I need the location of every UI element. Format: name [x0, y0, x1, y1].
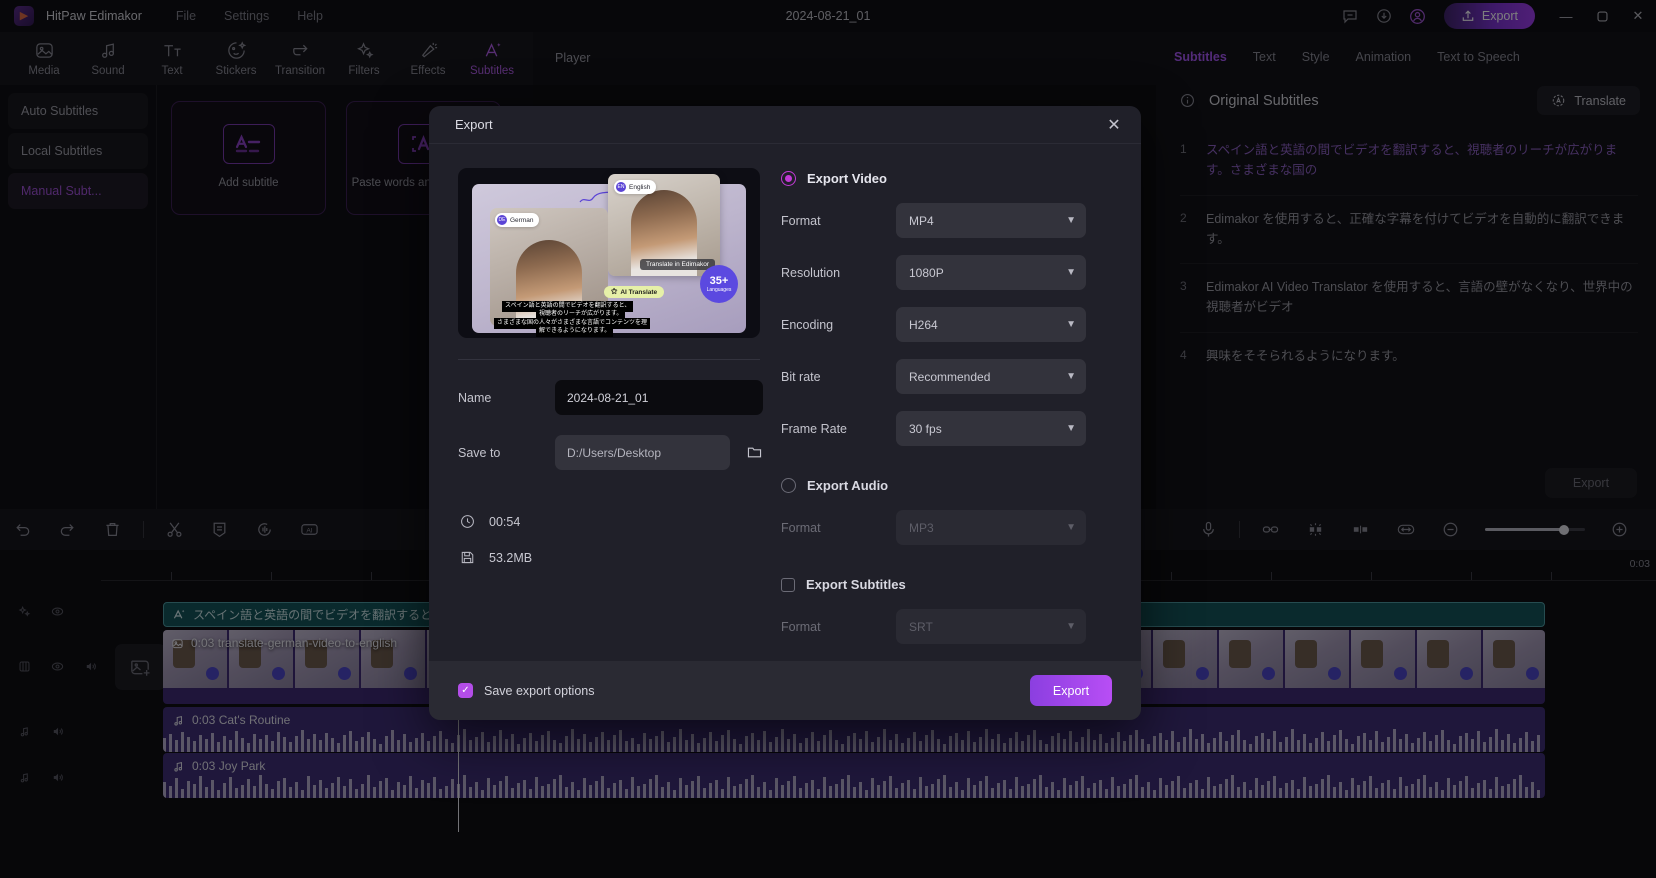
close-icon[interactable]: ✕ [1101, 112, 1127, 138]
export-subtitles-checkbox[interactable] [781, 577, 795, 592]
export-dialog: Export ✕ EN English Translate in Edimako… [429, 106, 1141, 720]
export-preview: EN English Translate in Edimakor DE Germ… [458, 168, 760, 338]
preview-subtitle-line-4: 解できるようになります。 [536, 326, 614, 337]
preview-chip-english-label: English [629, 183, 651, 191]
subtitles-format-row: Format SRT ▼ [781, 609, 1141, 644]
resolution-value: 1080P [909, 265, 944, 280]
chevron-down-icon: ▼ [1066, 423, 1076, 434]
resolution-row: Resolution 1080P ▼ [781, 255, 1141, 290]
dialog-header: Export ✕ [429, 106, 1141, 144]
preview-tag: Translate in Edimakor [640, 259, 715, 270]
preview-chip-german-code: DE [497, 215, 507, 225]
export-subtitles-title: Export Subtitles [806, 577, 906, 592]
save-export-options-label: Save export options [484, 683, 595, 698]
dialog-footer: ✓ Save export options Export [429, 661, 1141, 720]
duration-value: 00:54 [489, 514, 521, 529]
size-value: 53.2MB [489, 550, 533, 565]
framerate-select[interactable]: 30 fps ▼ [896, 411, 1086, 446]
export-audio-option[interactable]: Export Audio [781, 478, 1141, 493]
duration-row: 00:54 [458, 514, 781, 529]
framerate-value: 30 fps [909, 421, 942, 436]
format-label: Format [781, 213, 821, 228]
export-subtitles-option[interactable]: Export Subtitles [781, 577, 1141, 592]
dialog-left-column: EN English Translate in Edimakor DE Germ… [429, 144, 781, 661]
preview-badge-main: 35+ [709, 274, 729, 287]
preview-badge-sub: Languages [706, 286, 732, 293]
saveto-label: Save to [458, 445, 501, 460]
bitrate-select[interactable]: Recommended ▼ [896, 359, 1086, 394]
encoding-value: H264 [909, 317, 938, 332]
preview-languages-badge: 35+ Languages [700, 265, 738, 303]
format-select[interactable]: MP4 ▼ [896, 203, 1086, 238]
dialog-body: EN English Translate in Edimakor DE Germ… [429, 144, 1141, 661]
chevron-down-icon: ▼ [1066, 215, 1076, 226]
framerate-row: Frame Rate 30 fps ▼ [781, 411, 1141, 446]
audio-format-label: Format [781, 520, 821, 535]
preview-ai-label: AI Translate [620, 288, 658, 296]
name-row: Name 2024-08-21_01 [458, 380, 781, 415]
dialog-title: Export [455, 117, 493, 132]
encoding-select[interactable]: H264 ▼ [896, 307, 1086, 342]
dialog-divider [458, 359, 760, 360]
encoding-row: Encoding H264 ▼ [781, 307, 1141, 342]
app-window: ▶ HitPaw Edimakor File Settings Help 202… [0, 0, 1656, 878]
dialog-right-column: Export Video Format MP4 ▼ Resolution 108… [781, 144, 1141, 661]
chevron-down-icon: ▼ [1066, 319, 1076, 330]
preview-chip-english-code: EN [616, 182, 626, 192]
framerate-label: Frame Rate [781, 421, 847, 436]
preview-chip-english: EN English [614, 180, 657, 194]
chevron-down-icon: ▼ [1066, 621, 1076, 632]
preview-chip-german: DE German [495, 213, 540, 227]
audio-format-row: Format MP3 ▼ [781, 510, 1141, 545]
folder-icon[interactable] [746, 444, 763, 461]
export-video-radio[interactable] [781, 171, 796, 186]
chevron-down-icon: ▼ [1066, 267, 1076, 278]
resolution-select[interactable]: 1080P ▼ [896, 255, 1086, 290]
preview-chip-german-label: German [510, 216, 534, 224]
name-input[interactable]: 2024-08-21_01 [555, 380, 763, 415]
audio-format-value: MP3 [909, 520, 934, 535]
export-video-title: Export Video [807, 171, 887, 186]
export-video-option[interactable]: Export Video [781, 171, 1141, 186]
subtitles-format-label: Format [781, 619, 821, 634]
disk-icon [460, 550, 475, 565]
export-audio-title: Export Audio [807, 478, 889, 493]
audio-format-select[interactable]: MP3 ▼ [896, 510, 1086, 545]
preview-ai-translate-badge: ⚝ AI Translate [604, 286, 665, 298]
resolution-label: Resolution [781, 265, 841, 280]
dialog-export-button[interactable]: Export [1030, 675, 1112, 706]
bitrate-label: Bit rate [781, 369, 821, 384]
chevron-down-icon: ▼ [1066, 522, 1076, 533]
export-audio-radio[interactable] [781, 478, 796, 493]
clock-icon [460, 514, 475, 529]
subtitles-format-select[interactable]: SRT ▼ [896, 609, 1086, 644]
save-export-options-checkbox[interactable]: ✓ [458, 683, 473, 698]
saveto-row: Save to D:/Users/Desktop [458, 435, 781, 470]
saveto-input[interactable]: D:/Users/Desktop [555, 435, 730, 470]
format-value: MP4 [909, 213, 934, 228]
bitrate-value: Recommended [909, 369, 991, 384]
subtitles-format-value: SRT [909, 619, 933, 634]
encoding-label: Encoding [781, 317, 834, 332]
name-label: Name [458, 390, 492, 405]
preview-card-english: EN English Translate in Edimakor [608, 174, 720, 276]
size-row: 53.2MB [458, 550, 781, 565]
chevron-down-icon: ▼ [1066, 371, 1076, 382]
format-row: Format MP4 ▼ [781, 203, 1141, 238]
bitrate-row: Bit rate Recommended ▼ [781, 359, 1141, 394]
